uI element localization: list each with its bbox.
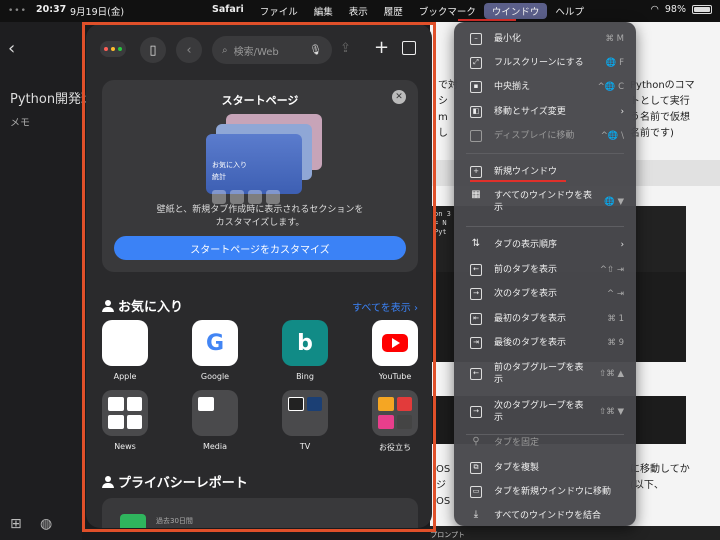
battery-percent: 98%: [664, 4, 686, 15]
bing-logo-icon: b: [282, 320, 328, 366]
privacy-report-header: プライバシーレポート: [102, 472, 248, 491]
clock-time: 20:37: [36, 4, 67, 15]
favorites-header: お気に入り: [102, 296, 183, 315]
customize-start-page-button[interactable]: スタートページをカスタマイズ: [114, 236, 406, 260]
page-text-bottom-left: OS ジ OS: [436, 464, 451, 507]
last-tab-icon: ⇥: [470, 337, 482, 349]
youtube-logo-icon: [372, 320, 418, 366]
person-icon: [102, 299, 114, 312]
menu-app-safari[interactable]: Safari: [204, 3, 252, 19]
new-window-underline: [470, 180, 566, 182]
media-folder-icon: [192, 390, 238, 436]
page-text-bottom-right: に移動してか (以下、: [630, 464, 690, 491]
tv-folder-icon: [282, 390, 328, 436]
battery-icon: [692, 5, 712, 14]
sidebar-icon[interactable]: ▯: [140, 37, 166, 63]
prev-tab-group-icon: ←: [470, 368, 482, 380]
menu-file[interactable]: ファイル: [252, 3, 306, 19]
page-text-right: Pythonのコマ トとして実行 う名前で仮想 名前です): [630, 80, 695, 139]
address-search-field[interactable]: ⌕ 検索/Web 🎙: [212, 36, 332, 64]
close-icon[interactable]: ✕: [392, 90, 406, 104]
privacy-report-period: 過去30日間: [156, 517, 193, 525]
favorite-apple[interactable]: Apple: [96, 320, 154, 381]
favorite-google[interactable]: G Google: [186, 320, 244, 381]
search-icon: ⌕: [222, 44, 228, 56]
safari-toolbar: ▯ ‹ ⌕ 検索/Web 🎙 ⇪ +: [86, 24, 432, 74]
shield-icon: [120, 514, 146, 528]
favorites-title: お気に入り: [118, 300, 184, 315]
notes-pane: ‹ Python開発環 メモ ⊞ ◍: [0, 22, 94, 540]
app-menus: Safari ファイル 編集 表示 履歴 ブックマーク ウインドウ ヘルプ: [204, 3, 592, 19]
status-area: ◠ 98%: [651, 4, 712, 15]
show-all-link[interactable]: すべてを表示 ›: [352, 299, 418, 314]
display-icon: [470, 130, 482, 142]
news-folder-icon: [102, 390, 148, 436]
menu-history[interactable]: 履歴: [376, 3, 411, 19]
favorite-folder-tv[interactable]: TV: [276, 390, 334, 451]
wifi-icon: ◠: [650, 4, 659, 15]
menu-help[interactable]: ヘルプ: [547, 3, 592, 19]
menu-item-prev-tab-group[interactable]: ← 前のタブグループを表示 ⇧⌘ ▲: [460, 362, 630, 388]
back-chevron-icon[interactable]: ‹: [8, 38, 15, 59]
start-page-illustration: お気に入り 統計: [206, 114, 326, 204]
new-window-icon: +: [470, 166, 482, 178]
fullscreen-icon: ⤢: [470, 57, 482, 69]
duplicate-icon: ⧉: [470, 462, 482, 474]
start-page-description: 壁紙と、新規タブ作成時に表示されるセクションを カスタマイズします。: [156, 205, 364, 228]
back-button-icon[interactable]: ‹: [176, 37, 202, 63]
menu-bookmarks[interactable]: ブックマーク: [411, 3, 484, 19]
menu-edit[interactable]: 編集: [306, 3, 341, 19]
microphone-icon[interactable]: 🎙: [309, 45, 322, 56]
favorite-folder-tools[interactable]: お役立ち: [366, 390, 424, 453]
search-placeholder: 検索/Web: [233, 46, 279, 58]
grid-icon: ▦: [471, 189, 481, 200]
note-folder: メモ: [10, 118, 30, 129]
privacy-report-card[interactable]: 過去30日間: [102, 498, 418, 528]
person-icon: [102, 475, 114, 488]
google-logo-icon: G: [192, 320, 238, 366]
move-resize-icon: ◧: [470, 106, 482, 118]
favorite-folder-news[interactable]: News: [96, 390, 154, 451]
tools-folder-icon: [372, 390, 418, 436]
new-tab-plus-icon[interactable]: +: [374, 37, 389, 58]
pin-icon: ⚲: [472, 436, 480, 447]
prev-tab-icon: ←: [470, 264, 482, 276]
share-icon[interactable]: ⇪: [340, 41, 351, 56]
next-tab-group-icon: →: [470, 406, 482, 418]
next-tab-icon: →: [470, 288, 482, 300]
merge-icon: ⤓: [473, 509, 479, 520]
tab-overview-icon[interactable]: [402, 41, 416, 55]
clock-date: 9月19日(金): [70, 7, 125, 18]
minimize-icon: –: [470, 33, 482, 45]
favorite-folder-media[interactable]: Media: [186, 390, 244, 451]
center-icon: ▪: [470, 81, 482, 93]
window-controls-icon[interactable]: [100, 41, 126, 57]
menu-bar: ••• 20:37 9月19日(金) Safari ファイル 編集 表示 履歴 …: [0, 0, 720, 22]
privacy-report-title: プライバシーレポート: [118, 476, 248, 491]
new-note-icon[interactable]: ⊞: [10, 516, 22, 532]
safari-window: ▯ ‹ ⌕ 検索/Web 🎙 ⇪ + スタートページ ✕ お気に入り 統計 壁紙…: [86, 24, 432, 528]
window-menu-dropdown: – 最小化 ⌘ M ⤢ フルスクリーンにする 🌐 F ▪ 中央揃え ^🌐 C ◧…: [454, 22, 636, 526]
start-page-card: スタートページ ✕ お気に入り 統計 壁紙と、新規タブ作成時に表示されるセクショ…: [102, 80, 418, 272]
taskbar-strip: コマンド プロンプト: [430, 526, 720, 540]
menu-item-show-all-windows[interactable]: ▦ すべてのウインドウを表示 🌐 ▼: [460, 190, 630, 216]
start-page-title: スタートページ: [221, 94, 299, 107]
first-tab-icon: ⇤: [470, 313, 482, 325]
move-tab-icon: ▭: [470, 486, 482, 498]
sort-arrows-icon: ⇅: [471, 238, 481, 249]
favorite-youtube[interactable]: YouTube: [366, 320, 424, 381]
multitasking-dots-icon[interactable]: •••: [8, 6, 27, 16]
apple-logo-icon: [102, 320, 148, 366]
menu-item-next-tab-group[interactable]: → 次のタブグループを表示 ⇧⌘ ▼: [460, 400, 630, 426]
menu-view[interactable]: 表示: [341, 3, 376, 19]
favorite-bing[interactable]: b Bing: [276, 320, 334, 381]
note-title: Python開発環: [10, 92, 95, 107]
menu-window[interactable]: ウインドウ: [483, 3, 548, 19]
palette-icon[interactable]: ◍: [40, 516, 52, 532]
menu-window-underline: [458, 19, 516, 21]
